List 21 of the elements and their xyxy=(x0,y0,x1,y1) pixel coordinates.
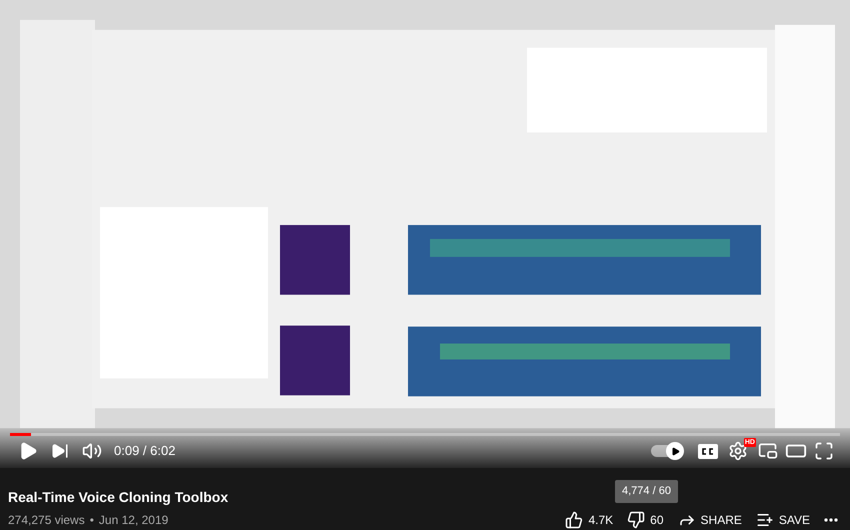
captions-icon xyxy=(698,444,718,458)
next-icon xyxy=(51,442,69,460)
fullscreen-icon xyxy=(814,441,834,461)
miniplayer-icon xyxy=(758,441,778,461)
playlist-add-icon xyxy=(756,511,774,529)
like-button[interactable]: 4.7K xyxy=(565,511,614,529)
volume-icon xyxy=(82,441,102,461)
save-button[interactable]: SAVE xyxy=(756,511,810,529)
count-tooltip: 4,774 / 60 xyxy=(615,480,678,502)
separator-dot: • xyxy=(90,512,94,529)
dislike-button[interactable]: 60 xyxy=(627,511,664,529)
share-button[interactable]: SHARE xyxy=(678,511,742,529)
more-button[interactable] xyxy=(824,518,838,522)
thumbs-up-icon xyxy=(565,511,584,529)
thumbs-down-icon xyxy=(627,511,646,529)
more-icon xyxy=(824,518,838,522)
video-title: Real-Time Voice Cloning Toolbox xyxy=(8,488,228,506)
upload-date: Jun 12, 2019 xyxy=(98,512,168,529)
play-icon xyxy=(670,446,680,456)
view-count: 274,275 views xyxy=(8,512,85,529)
time-display: 0:09 / 6:02 xyxy=(114,442,176,460)
